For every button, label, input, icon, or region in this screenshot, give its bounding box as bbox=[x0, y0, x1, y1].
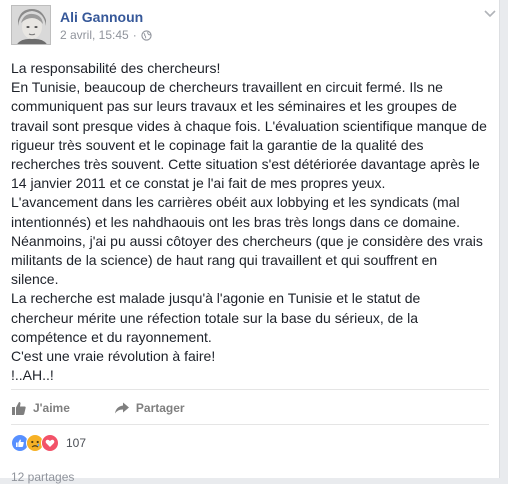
share-label: Partager bbox=[135, 401, 185, 415]
post-line: 14 janvier 2011 et ce constat je l'ai fa… bbox=[11, 175, 386, 192]
post-line: En Tunisie, beaucoup de chercheurs trava… bbox=[11, 79, 443, 96]
like-label: J'aime bbox=[33, 401, 70, 415]
post-body: La responsabilité des chercheurs! En Tun… bbox=[11, 59, 497, 385]
avatar-image bbox=[12, 6, 50, 44]
chevron-down-icon[interactable] bbox=[483, 9, 497, 19]
action-bar: J'aime Partager bbox=[11, 395, 185, 421]
post-line: La responsabilité des chercheurs! bbox=[11, 60, 221, 76]
post-line: !..AH..! bbox=[11, 367, 54, 384]
post-timestamp[interactable]: 2 avril, 15:45 bbox=[60, 28, 129, 42]
divider bbox=[11, 424, 489, 425]
post-line: Néanmoins, j'ai pu aussi côtoyer des che… bbox=[11, 232, 483, 249]
post-line: communiquent pas sur leurs travaux et le… bbox=[11, 98, 457, 115]
post-line: chercheur mérite une réfection totale su… bbox=[11, 309, 419, 326]
post-line: militants de la science) de haut rang qu… bbox=[11, 252, 438, 269]
share-arrow-icon bbox=[114, 402, 129, 414]
post-line: silence. bbox=[11, 271, 59, 288]
reaction-icons bbox=[11, 434, 59, 452]
post-line: La recherche est malade jusqu'à l'agonie… bbox=[11, 290, 421, 307]
author-name[interactable]: Ali Gannoun bbox=[60, 9, 143, 25]
post-header: Ali Gannoun 2 avril, 15:45 · bbox=[11, 5, 497, 47]
post-line: L'avancement dans les carrières obéit au… bbox=[11, 194, 460, 211]
avatar[interactable] bbox=[11, 5, 51, 45]
thumbs-up-icon bbox=[12, 402, 26, 415]
love-reaction-icon bbox=[41, 434, 59, 452]
post-line: recherches très souvent. Cette situation… bbox=[11, 156, 480, 173]
reactions-summary[interactable]: 107 bbox=[11, 433, 86, 453]
post-line: rigueur très souvent et le copinage fait… bbox=[11, 136, 424, 153]
post-line: C'est une vraie révolution à faire! bbox=[11, 348, 216, 365]
post-line: travail sont presque vides à chaque fois… bbox=[11, 117, 487, 134]
post-line: intentionnés) et les nahdhaouis ont les … bbox=[11, 213, 461, 230]
post-card: Ali Gannoun 2 avril, 15:45 · La responsa… bbox=[0, 0, 500, 484]
share-button[interactable]: Partager bbox=[114, 395, 185, 421]
like-button[interactable]: J'aime bbox=[11, 395, 70, 421]
meta-separator: · bbox=[132, 28, 137, 42]
globe-icon[interactable] bbox=[141, 29, 152, 41]
post-line: compétence et du rayonnement. bbox=[11, 328, 212, 345]
reaction-count[interactable]: 107 bbox=[66, 436, 86, 450]
divider bbox=[11, 389, 489, 390]
post-meta: 2 avril, 15:45 · bbox=[60, 28, 152, 42]
shares-count[interactable]: 12 partages bbox=[11, 470, 74, 484]
